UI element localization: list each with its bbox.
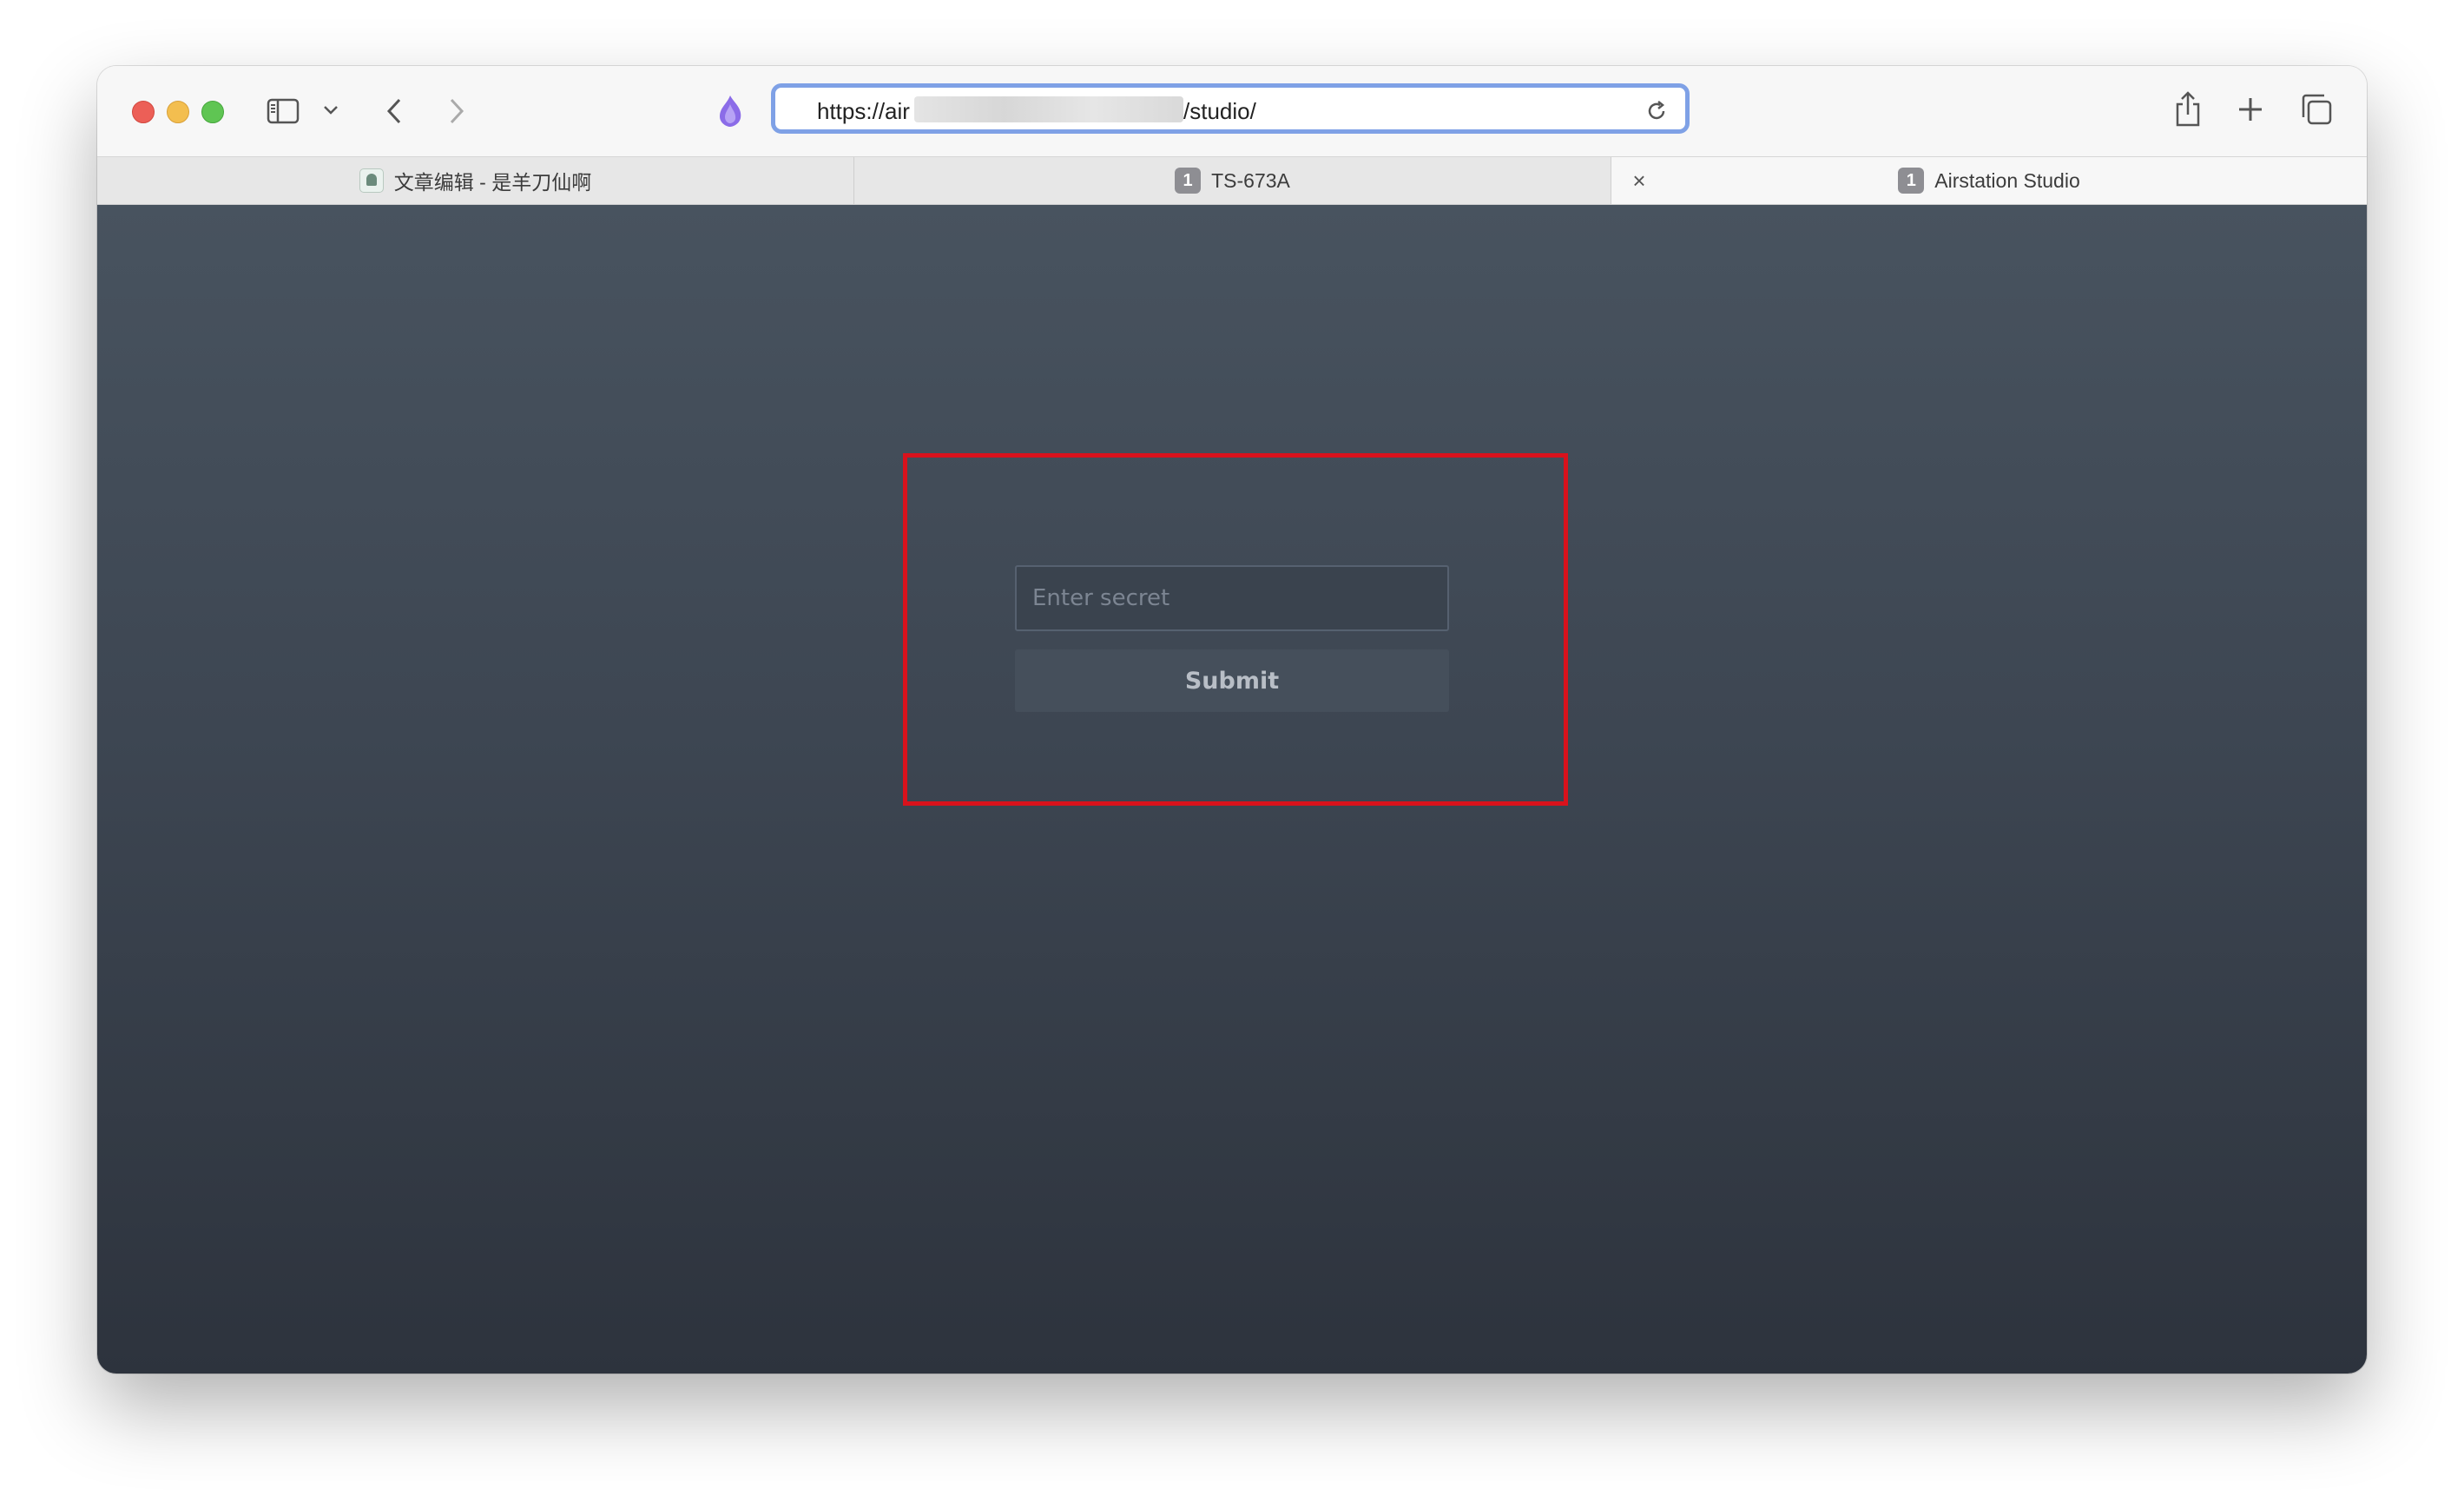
- extension-icon[interactable]: [712, 92, 748, 130]
- tab-label: TS-673A: [1211, 168, 1290, 192]
- forward-icon[interactable]: [439, 94, 474, 128]
- tab-badge: 1: [1898, 168, 1925, 194]
- zoom-window-button[interactable]: [201, 101, 224, 123]
- browser-window: https://air /studio/ 文章编辑 - 是羊刀仙啊 1 TS-6…: [97, 66, 2367, 1374]
- sidebar-icon[interactable]: [266, 94, 300, 128]
- url-bar[interactable]: https://air /studio/: [771, 83, 1690, 134]
- tab-badge: 1: [1175, 168, 1202, 194]
- share-icon[interactable]: [2169, 89, 2207, 130]
- browser-toolbar: https://air /studio/: [97, 66, 2367, 156]
- close-icon[interactable]: ×: [1627, 168, 1651, 193]
- url-text-prefix: https://air: [817, 98, 910, 124]
- tab-bar: 文章编辑 - 是羊刀仙啊 1 TS-673A × 1 Airstation St…: [97, 156, 2367, 205]
- plus-icon[interactable]: [2233, 92, 2268, 127]
- tab-label: Airstation Studio: [1934, 168, 2080, 192]
- redacted-url-segment: [914, 96, 1183, 122]
- tab-label: 文章编辑 - 是羊刀仙啊: [393, 171, 592, 194]
- submit-button[interactable]: Submit: [1015, 649, 1449, 712]
- chevron-down-icon[interactable]: [321, 101, 340, 120]
- close-window-button[interactable]: [132, 101, 155, 123]
- url-text-suffix: /studio/: [1183, 98, 1256, 124]
- tab-article-editor[interactable]: 文章编辑 - 是羊刀仙啊: [97, 157, 854, 204]
- secret-input[interactable]: [1015, 565, 1449, 631]
- reload-icon[interactable]: [1644, 98, 1670, 124]
- tab-airstation-studio[interactable]: × 1 Airstation Studio: [1611, 157, 2367, 204]
- minimize-window-button[interactable]: [167, 101, 189, 123]
- favicon-icon: [359, 168, 384, 193]
- tab-overview-icon[interactable]: [2297, 90, 2336, 128]
- back-icon[interactable]: [377, 94, 412, 128]
- tab-ts-673a[interactable]: 1 TS-673A: [854, 157, 1611, 204]
